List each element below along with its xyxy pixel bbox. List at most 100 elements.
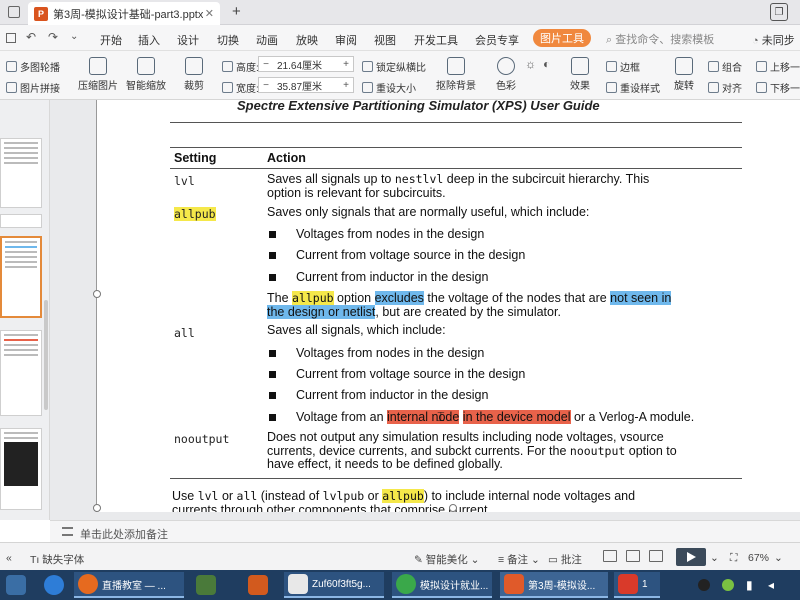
- remove-background-button[interactable]: 抠除背景: [436, 57, 476, 92]
- notes-icon: ≡: [498, 554, 505, 566]
- tray-icon[interactable]: [722, 572, 740, 598]
- menu-member[interactable]: 会员专享: [475, 32, 519, 48]
- bring-forward-button[interactable]: 上移一: [756, 59, 800, 74]
- play-slideshow-button[interactable]: [676, 548, 706, 566]
- reset-style-icon: [606, 82, 617, 93]
- missing-font-button[interactable]: Tı 缺失字体: [30, 552, 84, 567]
- bullet-icon: [269, 414, 276, 421]
- color-button[interactable]: 色彩: [486, 57, 526, 92]
- taskbar-live[interactable]: 1: [614, 572, 660, 598]
- tray-network-icon[interactable]: ▮: [746, 572, 764, 598]
- slide-thumbnail[interactable]: [0, 138, 42, 208]
- collapse-pane-icon[interactable]: «: [6, 552, 12, 564]
- comments-button[interactable]: ▭ 批注: [548, 552, 582, 567]
- menu-review[interactable]: 审阅: [335, 32, 357, 48]
- taskbar-app[interactable]: [192, 572, 224, 598]
- home-icon[interactable]: [8, 6, 20, 18]
- slide-thumbnail[interactable]: [0, 330, 42, 416]
- brightness-icon[interactable]: ☼: [525, 57, 536, 71]
- resize-handle[interactable]: [93, 504, 101, 512]
- menu-developer[interactable]: 开发工具: [414, 32, 458, 48]
- menu-animation[interactable]: 动画: [256, 32, 278, 48]
- command-search[interactable]: ⌕ 查找命令、搜索模板: [606, 31, 714, 47]
- play-dropdown-icon[interactable]: ⌄: [710, 552, 719, 564]
- slide-picture-document[interactable]: Spectre Extensive Partitioning Simulator…: [97, 100, 800, 512]
- border-button[interactable]: 边框: [606, 59, 640, 74]
- resize-handle[interactable]: [449, 504, 457, 512]
- smart-beautify-button[interactable]: ✎ 智能美化 ⌄: [414, 552, 479, 567]
- send-backward-button[interactable]: 下移一: [756, 80, 800, 95]
- text: currents, device currents, and subckt cu…: [267, 443, 570, 458]
- tab-picture-tools[interactable]: 图片工具: [533, 29, 591, 47]
- menu-slideshow[interactable]: 放映: [296, 32, 318, 48]
- width-decrease[interactable]: −: [259, 80, 273, 91]
- taskbar-matlab[interactable]: [244, 572, 276, 598]
- thumbnails-scrollbar[interactable]: [44, 300, 48, 410]
- slide-thumbnail[interactable]: [0, 428, 42, 510]
- resize-handle[interactable]: [93, 290, 101, 298]
- normal-view-icon[interactable]: [603, 550, 617, 562]
- taskbar-app[interactable]: [40, 572, 68, 598]
- tray-volume-icon[interactable]: ◂: [768, 572, 786, 598]
- effects-button[interactable]: 效果: [560, 57, 600, 92]
- multi-outline-button[interactable]: 多图轮播: [6, 59, 60, 74]
- zoom-level[interactable]: 67%: [748, 552, 769, 564]
- slide-sorter-view-icon[interactable]: [626, 550, 640, 562]
- highlight-device-model: in the device model: [462, 410, 571, 424]
- height-value[interactable]: 21.64厘米: [273, 57, 339, 72]
- fit-window-icon[interactable]: ⛶: [730, 552, 737, 565]
- compress-picture-button[interactable]: 压缩图片: [78, 57, 118, 92]
- document-tab[interactable]: P 第3周-模拟设计基础-part3.pptx ✕: [28, 2, 220, 25]
- group-button[interactable]: 组合: [708, 59, 742, 74]
- slide[interactable]: Spectre Extensive Partitioning Simulator…: [93, 100, 800, 512]
- height-icon: [222, 61, 233, 72]
- taskbar-chat[interactable]: 模拟设计就业...: [392, 572, 492, 598]
- reset-size-button[interactable]: 重设大小: [362, 80, 416, 95]
- slide-thumbnail[interactable]: [0, 214, 42, 228]
- height-decrease[interactable]: −: [259, 59, 273, 70]
- width-stepper[interactable]: − 35.87厘米 +: [258, 77, 354, 93]
- menu-design[interactable]: 设计: [177, 32, 199, 48]
- zoom-dropdown-icon[interactable]: ⌄: [774, 552, 783, 564]
- window-restore-button[interactable]: ❐: [770, 3, 788, 21]
- redo-icon[interactable]: ↷: [48, 30, 58, 44]
- tray-qq-icon[interactable]: [698, 572, 716, 598]
- align-button[interactable]: 对齐: [708, 80, 742, 95]
- start-button[interactable]: [2, 572, 32, 598]
- taskbar-browser[interactable]: 直播教室 — ...: [74, 572, 184, 598]
- undo-icon[interactable]: ↶: [26, 30, 36, 44]
- width-increase[interactable]: +: [339, 80, 353, 91]
- save-icon[interactable]: [6, 33, 16, 43]
- setting-allpub: allpub: [174, 207, 216, 221]
- height-stepper[interactable]: − 21.64厘米 +: [258, 56, 354, 72]
- menu-home[interactable]: 开始: [100, 32, 122, 48]
- slide-thumbnail-active[interactable]: [0, 236, 42, 318]
- menu-view[interactable]: 视图: [374, 32, 396, 48]
- taskbar-vc[interactable]: Zuf60f3ft5g...: [284, 572, 384, 598]
- rotate-button[interactable]: 旋转: [664, 57, 704, 92]
- close-tab-button[interactable]: ✕: [205, 7, 214, 20]
- contrast-icon[interactable]: ◐: [543, 57, 550, 71]
- text: ) to include internal node voltages and: [423, 489, 636, 503]
- code-nooutput: nooutput: [569, 443, 626, 458]
- quick-access-more-icon[interactable]: ⌄: [70, 31, 78, 42]
- notes-pane[interactable]: 单击此处添加备注: [50, 520, 800, 542]
- notes-toggle-button[interactable]: ≡ 备注 ⌄: [498, 552, 540, 567]
- smart-zoom-button[interactable]: 智能缩放: [126, 57, 166, 92]
- reset-style-button[interactable]: 重设样式: [606, 80, 660, 95]
- crop-button[interactable]: 裁剪: [174, 57, 214, 92]
- taskbar-wps[interactable]: 第3周-模拟设...: [500, 572, 608, 598]
- menu-insert[interactable]: 插入: [138, 32, 160, 48]
- picture-collage-button[interactable]: 图片拼接: [6, 80, 60, 95]
- text: option: [333, 291, 375, 305]
- notes-placeholder[interactable]: 单击此处添加备注: [80, 526, 168, 542]
- sync-status[interactable]: ◔ 未同步: [752, 32, 795, 48]
- lock-ratio-checkbox[interactable]: 锁定纵横比: [362, 59, 426, 74]
- menu-transition[interactable]: 切换: [217, 32, 239, 48]
- reading-view-icon[interactable]: [649, 550, 663, 562]
- height-increase[interactable]: +: [339, 59, 353, 70]
- width-value[interactable]: 35.87厘米: [273, 78, 339, 93]
- text: or: [364, 489, 383, 503]
- wps-icon: [504, 574, 524, 594]
- new-tab-button[interactable]: +: [232, 3, 241, 20]
